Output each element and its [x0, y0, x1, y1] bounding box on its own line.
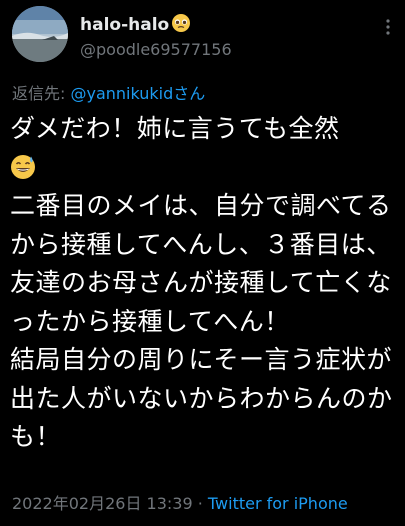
reply-to: 返信先: @yannikukidさん — [12, 80, 205, 104]
tweet-meta: 2022年02月26日 13:39 · Twitter for iPhone — [12, 490, 348, 514]
timestamp-link[interactable]: 2022年02月26日 13:39 — [12, 494, 193, 513]
user-handle[interactable]: @poodle69577156 — [80, 40, 232, 59]
reply-prefix: 返信先: — [12, 84, 71, 103]
tweet-body: 二番目のメイは、自分で調べてるから接種してへんし、３番目は、友達のお母さんが接種… — [10, 191, 393, 451]
reply-suffix: さん — [173, 84, 206, 103]
tweet-line-1: ダメだわ！姉に言うても全然 — [10, 114, 340, 143]
more-options-icon[interactable] — [379, 18, 397, 36]
tweet-text: ダメだわ！姉に言うても全然 二番目のメイは、自分で調べてるから接種してへんし、３… — [10, 110, 400, 457]
pleading-face-icon — [172, 14, 191, 32]
reply-mention-link[interactable]: @yannikukid — [70, 84, 173, 103]
meta-separator: · — [192, 494, 208, 513]
grinning-sweat-icon — [11, 154, 35, 179]
avatar[interactable] — [12, 6, 68, 62]
avatar-image — [12, 6, 68, 62]
display-name-text: halo-halo — [80, 15, 170, 35]
display-name[interactable]: halo-halo — [80, 13, 191, 35]
source-link[interactable]: Twitter for iPhone — [208, 494, 348, 513]
